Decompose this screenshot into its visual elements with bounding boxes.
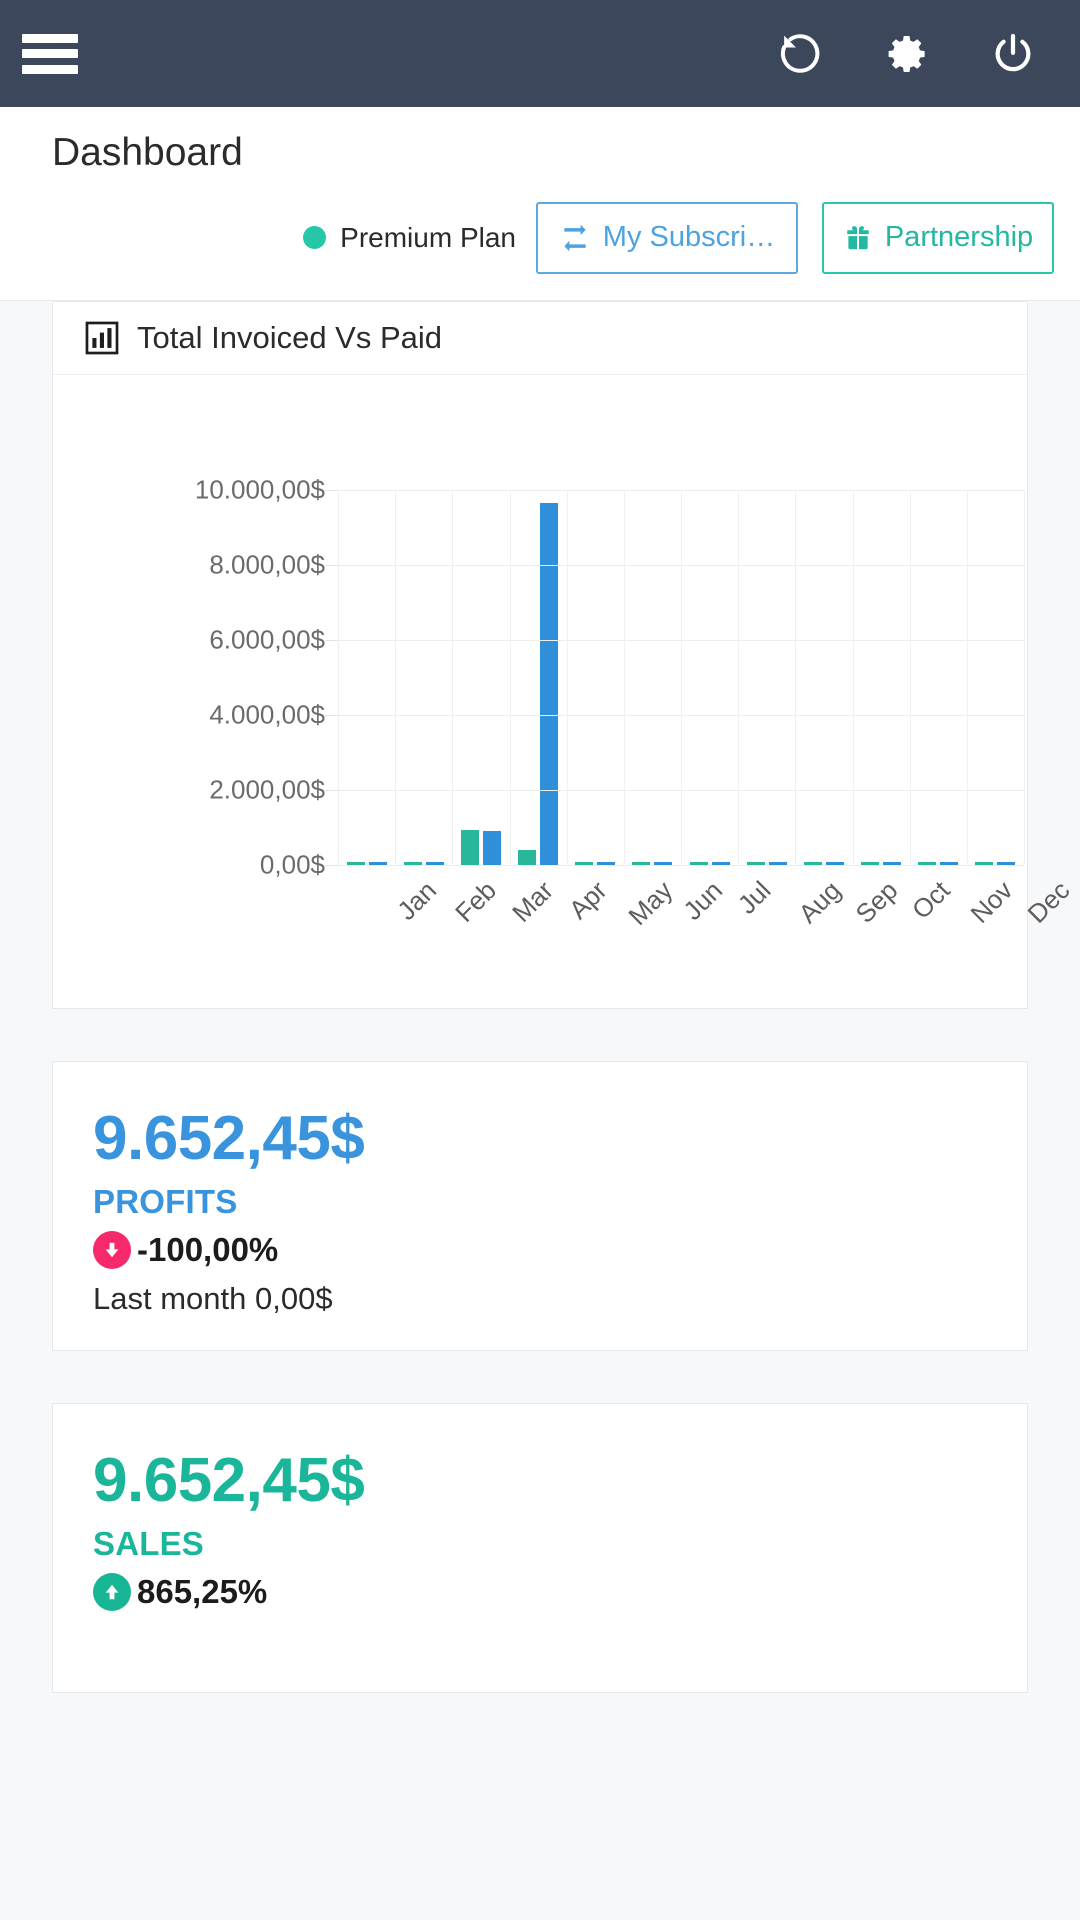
bar-group[interactable]: [624, 490, 681, 865]
x-axis-labels: Jan Feb Mar Apr May Jun Jul Aug Sep Oct Nov Dec: [338, 874, 1075, 995]
bar-group[interactable]: [567, 490, 624, 865]
gear-icon[interactable]: [882, 29, 932, 79]
x-axis-tick-label: Sep: [850, 874, 904, 929]
main-content: Total Invoiced Vs Paid 0,00$ 2.000,00$ 4.0…: [0, 300, 1080, 1693]
page-header: Dashboard Premium Plan My Subscri… Partn…: [0, 107, 1080, 301]
partnership-button[interactable]: Partnership: [822, 201, 1054, 274]
sync-icon: [564, 224, 586, 252]
bar-invoiced[interactable]: [482, 831, 501, 865]
chart-grid: [325, 489, 1025, 866]
x-axis-tick-label: Aug: [792, 874, 847, 929]
y-axis-tick-label: 8.000,00$: [209, 549, 325, 580]
gridline-vertical: [452, 489, 453, 865]
power-icon[interactable]: [988, 29, 1038, 79]
gridline-vertical: [967, 489, 968, 865]
y-axis-tick: [325, 864, 338, 866]
stat-sub: Last month 0,00$: [93, 1280, 333, 1316]
chart-card-header: Total Invoiced Vs Paid: [53, 302, 1027, 375]
gift-icon: [847, 225, 869, 249]
top-navigation-bar: [0, 0, 1080, 107]
stat-card-profits: 9.652,45$ PROFITS -100,00% Last month 0,…: [52, 1060, 1028, 1351]
gridline-horizontal: [338, 864, 1024, 866]
gridline-vertical: [1024, 489, 1025, 865]
x-axis-tick-label: Oct: [905, 874, 956, 925]
status-badge: Premium Plan: [303, 222, 516, 254]
my-subscription-label: My Subscri…: [602, 221, 776, 254]
stat-card-sales: 9.652,45$ SALES 865,25%: [52, 1402, 1028, 1693]
partnership-label: Partnership: [884, 221, 1034, 254]
stat-label: SALES: [93, 1524, 205, 1562]
topbar-icon-group: [776, 29, 1038, 79]
gridline-vertical: [395, 489, 396, 865]
bar-group[interactable]: [395, 490, 452, 865]
bar-group[interactable]: [738, 490, 795, 865]
y-axis-tick-label: 0,00$: [259, 849, 325, 880]
plan-label: Premium Plan: [340, 221, 516, 253]
header-actions: Premium Plan My Subscri… Partnership: [0, 201, 1080, 274]
y-axis-tick-label: 10.000,00$: [194, 474, 325, 505]
chart-plot-area[interactable]: 0,00$ 2.000,00$ 4.000,00$ 6.000,00$ 8.000,00…: [53, 375, 1076, 1009]
bar-group[interactable]: [853, 490, 910, 865]
bar-group[interactable]: [452, 490, 509, 865]
x-axis-tick-label: Jun: [677, 874, 729, 926]
x-axis-tick-label: Nov: [964, 874, 1019, 929]
y-axis-labels: 0,00$ 2.000,00$ 4.000,00$ 6.000,00$ 8.000,00…: [133, 474, 325, 879]
gridline-vertical: [795, 489, 796, 865]
gridline-vertical: [910, 489, 911, 865]
chart-card-title: Total Invoiced Vs Paid: [137, 319, 443, 355]
bar-paid[interactable]: [460, 829, 479, 865]
page-title: Dashboard: [52, 131, 243, 174]
x-axis-tick-label: Apr: [562, 874, 613, 925]
gridline-vertical: [624, 489, 625, 865]
gridline-vertical: [853, 489, 854, 865]
stat-label: PROFITS: [93, 1182, 238, 1220]
bar-invoiced[interactable]: [540, 502, 559, 865]
stat-value: 9.652,45$: [93, 1103, 365, 1173]
my-subscription-button[interactable]: My Subscri…: [536, 201, 798, 274]
x-axis-tick-label: Mar: [506, 874, 560, 928]
plan-status-dot: [303, 226, 327, 250]
x-axis-tick-label: Jul: [731, 874, 777, 920]
y-axis-tick: [325, 639, 338, 641]
stat-delta: -100,00%: [93, 1230, 1027, 1269]
y-axis-tick: [325, 564, 338, 566]
arrow-down-circle-icon: [93, 1230, 131, 1269]
bar-chart-icon: [85, 321, 119, 355]
x-axis-tick-label: Feb: [449, 874, 503, 928]
gridline-vertical: [681, 489, 682, 865]
bar-group[interactable]: [510, 490, 567, 865]
arrow-up-circle-icon: [93, 1572, 131, 1611]
y-axis-tick: [325, 489, 338, 491]
bar-group[interactable]: [795, 490, 852, 865]
gridline-vertical: [510, 489, 511, 865]
x-axis-tick-label: Jan: [391, 874, 443, 926]
chart-card: Total Invoiced Vs Paid 0,00$ 2.000,00$ 4.0…: [52, 300, 1076, 1009]
gridline-vertical: [567, 489, 568, 865]
bar-group[interactable]: [681, 490, 738, 865]
y-axis-tick: [325, 714, 338, 716]
stat-delta-value: 865,25%: [137, 1572, 268, 1610]
bar-group[interactable]: [967, 490, 1024, 865]
stat-delta: 865,25%: [93, 1572, 1027, 1611]
gridline-vertical: [738, 489, 739, 865]
y-axis-tick-label: 4.000,00$: [209, 699, 325, 730]
x-axis-tick-label: Dec: [1021, 874, 1076, 929]
bar-group[interactable]: [338, 490, 395, 865]
refresh-icon[interactable]: [776, 29, 826, 79]
bar-paid[interactable]: [518, 849, 537, 865]
y-axis-tick: [325, 789, 338, 791]
stat-value: 9.652,45$: [93, 1445, 365, 1515]
bar-group[interactable]: [910, 490, 967, 865]
hamburger-menu-icon[interactable]: [22, 32, 78, 76]
gridline-vertical: [338, 489, 339, 865]
y-axis-tick-label: 2.000,00$: [209, 774, 325, 805]
stat-delta-value: -100,00%: [137, 1230, 279, 1268]
y-axis-tick-label: 6.000,00$: [209, 624, 325, 655]
x-axis-tick-label: May: [622, 874, 679, 931]
